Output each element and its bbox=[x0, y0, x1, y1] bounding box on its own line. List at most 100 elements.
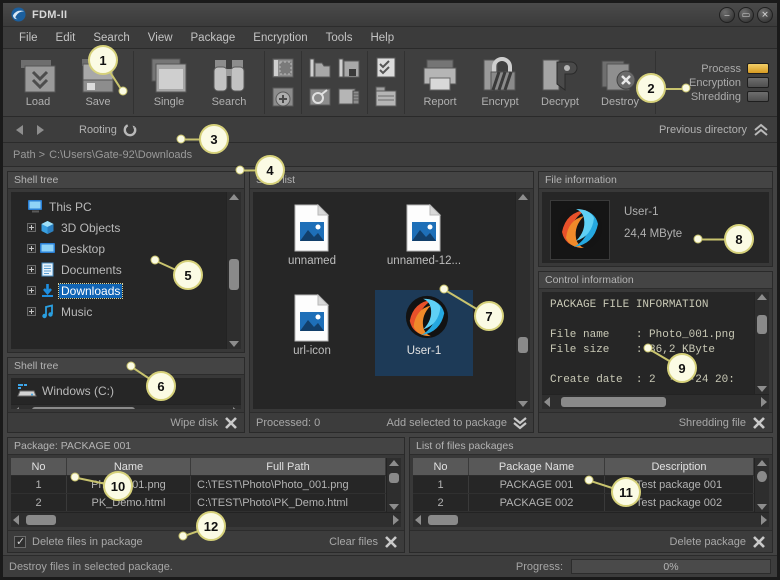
decrypt-button[interactable]: Decrypt bbox=[530, 52, 590, 114]
expander-icon[interactable] bbox=[27, 307, 36, 316]
menu-package[interactable]: Package bbox=[183, 30, 244, 46]
checklist-icon[interactable] bbox=[373, 55, 399, 81]
menu-help[interactable]: Help bbox=[362, 30, 402, 46]
column-header-name[interactable]: Name bbox=[67, 458, 191, 475]
package-table-scrollbar[interactable] bbox=[386, 458, 401, 512]
column-header-description[interactable]: Description bbox=[605, 458, 754, 475]
column-header-no[interactable]: No bbox=[413, 458, 469, 475]
close-button[interactable]: ✕ bbox=[757, 6, 773, 23]
clear-files-label[interactable]: Clear files bbox=[329, 536, 378, 548]
shell-list-scrollbar[interactable] bbox=[515, 192, 530, 409]
previous-directory-label[interactable]: Previous directory bbox=[659, 124, 747, 136]
save-button[interactable]: Save bbox=[68, 52, 128, 114]
package-table-hscrollbar[interactable] bbox=[11, 512, 401, 527]
scroll-thumb[interactable] bbox=[389, 472, 399, 483]
add-to-package-label[interactable]: Add selected to package bbox=[387, 417, 507, 429]
scroll-thumb[interactable] bbox=[31, 407, 135, 409]
chevron-up-icon[interactable] bbox=[753, 123, 769, 137]
tree-item-this-pc[interactable]: This PC bbox=[15, 196, 224, 217]
scroll-right-icon[interactable] bbox=[761, 515, 767, 525]
tree-item-desktop[interactable]: Desktop bbox=[15, 238, 224, 259]
tree-item-3d-objects[interactable]: 3D Objects bbox=[15, 217, 224, 238]
destroy-button[interactable]: Destroy bbox=[590, 52, 650, 114]
table-row[interactable]: 2 PACKAGE 002 Test package 002 bbox=[413, 494, 754, 512]
report-button[interactable]: Report bbox=[410, 52, 470, 114]
packages-table-scrollbar[interactable] bbox=[754, 458, 769, 512]
load-button[interactable]: Load bbox=[8, 52, 68, 114]
folder-open-icon[interactable] bbox=[307, 55, 333, 81]
delete-files-label[interactable]: Delete files in package bbox=[32, 536, 143, 548]
scroll-down-icon[interactable] bbox=[757, 386, 767, 392]
archive-stack-icon[interactable] bbox=[336, 84, 362, 110]
delete-package-label[interactable]: Delete package bbox=[670, 536, 746, 548]
control-information-scrollbar[interactable] bbox=[754, 292, 769, 394]
wipe-disk-label[interactable]: Wipe disk bbox=[170, 417, 218, 429]
search-button[interactable]: Search bbox=[199, 52, 259, 114]
column-header-package-name[interactable]: Package Name bbox=[469, 458, 605, 475]
control-information-hscrollbar[interactable] bbox=[542, 394, 769, 409]
file-item-unnamed[interactable]: unnamed bbox=[263, 200, 361, 286]
table-row[interactable]: 2 PK_Demo.html C:\TEST\Photo\PK_Demo.htm… bbox=[11, 494, 386, 512]
scroll-right-icon[interactable] bbox=[233, 407, 239, 409]
tree-item-documents[interactable]: Documents bbox=[15, 259, 224, 280]
minimize-button[interactable]: – bbox=[719, 6, 735, 23]
x-icon[interactable] bbox=[752, 535, 766, 549]
menu-edit[interactable]: Edit bbox=[48, 30, 84, 46]
scroll-down-icon[interactable] bbox=[229, 341, 239, 347]
scroll-right-icon[interactable] bbox=[761, 397, 767, 407]
file-item-user-1[interactable]: User-1 bbox=[375, 290, 473, 376]
single-button[interactable]: Single bbox=[139, 52, 199, 114]
shell-tree-scrollbar[interactable] bbox=[226, 192, 241, 349]
file-item-url-icon[interactable]: url-icon bbox=[263, 290, 361, 376]
panel-split-icon[interactable] bbox=[270, 55, 296, 81]
column-header-no[interactable]: No bbox=[11, 458, 67, 475]
scroll-down-icon[interactable] bbox=[518, 401, 528, 407]
file-item-unnamed-12[interactable]: unnamed-12... bbox=[375, 200, 473, 286]
scroll-thumb[interactable] bbox=[26, 515, 57, 525]
scroll-thumb[interactable] bbox=[229, 259, 239, 291]
cell-package: PACKAGE 002 bbox=[469, 494, 605, 511]
menu-search[interactable]: Search bbox=[85, 30, 137, 46]
arrow-right-icon[interactable] bbox=[31, 122, 49, 138]
double-chevron-down-icon[interactable] bbox=[513, 416, 527, 430]
scroll-thumb[interactable] bbox=[757, 470, 767, 482]
scroll-right-icon[interactable] bbox=[393, 515, 399, 525]
menu-tools[interactable]: Tools bbox=[318, 30, 361, 46]
tree-item-music[interactable]: Music bbox=[15, 301, 224, 322]
shredding-file-label[interactable]: Shredding file bbox=[679, 417, 746, 429]
scroll-thumb[interactable] bbox=[560, 397, 667, 407]
expander-icon[interactable] bbox=[27, 265, 36, 274]
menu-view[interactable]: View bbox=[140, 30, 181, 46]
database-icon[interactable] bbox=[373, 84, 399, 110]
expander-icon[interactable] bbox=[27, 244, 36, 253]
expander-icon[interactable] bbox=[27, 286, 36, 295]
x-icon[interactable] bbox=[224, 416, 238, 430]
drive-tree-hscrollbar[interactable] bbox=[11, 404, 241, 409]
x-icon[interactable] bbox=[384, 535, 398, 549]
menu-file[interactable]: File bbox=[11, 30, 46, 46]
scroll-down-icon[interactable] bbox=[389, 504, 399, 510]
refresh-icon[interactable] bbox=[123, 123, 137, 137]
add-circle-icon[interactable] bbox=[270, 84, 296, 110]
scroll-down-icon[interactable] bbox=[757, 504, 767, 510]
drive-item-windows-c[interactable]: Windows (C:) bbox=[11, 378, 241, 404]
table-row[interactable]: 1 Photo_001.png C:\TEST\Photo\Photo_001.… bbox=[11, 476, 386, 494]
encrypt-button[interactable]: Encrypt bbox=[470, 52, 530, 114]
path-bar[interactable]: Path > C:\Users\Gate-92\Downloads bbox=[3, 143, 777, 167]
folder-save-icon[interactable] bbox=[336, 55, 362, 81]
tree-item-downloads[interactable]: Downloads bbox=[15, 280, 224, 301]
table-row[interactable]: 1 PACKAGE 001 Test package 001 bbox=[413, 476, 754, 494]
scroll-thumb[interactable] bbox=[757, 315, 767, 335]
packages-table-hscrollbar[interactable] bbox=[413, 512, 769, 527]
menu-encryption[interactable]: Encryption bbox=[245, 30, 315, 46]
link-search-icon[interactable] bbox=[307, 84, 333, 110]
scroll-thumb[interactable] bbox=[427, 515, 459, 525]
expander-icon[interactable] bbox=[27, 223, 36, 232]
arrow-left-icon[interactable] bbox=[11, 122, 29, 138]
column-header-full-path[interactable]: Full Path bbox=[191, 458, 386, 475]
scroll-thumb[interactable] bbox=[518, 336, 528, 353]
x-icon[interactable] bbox=[752, 416, 766, 430]
delete-files-checkbox[interactable] bbox=[14, 535, 26, 548]
drive-tree-panel: Shell tree Windows (C:) Wipe disk bbox=[7, 357, 245, 433]
maximize-button[interactable]: ▭ bbox=[738, 6, 754, 23]
